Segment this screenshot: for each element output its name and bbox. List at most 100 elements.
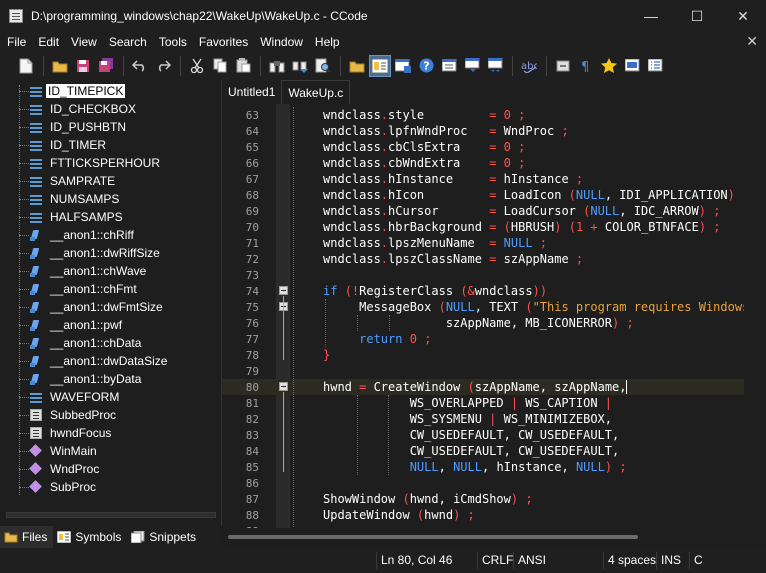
code-editor[interactable]: 63 wndclass.style = 0 ; 64 wndclass.lpfnWnd… [222, 104, 744, 528]
code-line[interactable]: 73 [222, 267, 744, 283]
view-2-button[interactable] [461, 55, 483, 77]
symbol-item[interactable]: HALFSAMPS [0, 208, 222, 226]
tree-branch-line [19, 397, 29, 398]
help-button[interactable]: ? [415, 55, 437, 77]
close-document-icon[interactable]: ✕ [746, 33, 758, 50]
code-line[interactable]: 69 wndclass.hCursor = LoadCursor (NULL, I… [222, 203, 744, 219]
menu-search[interactable]: Search [103, 35, 153, 49]
favorite-button[interactable] [598, 55, 620, 77]
symbol-item[interactable]: WAVEFORM [0, 388, 222, 406]
symbol-item[interactable]: __anon1::dwFmtSize [0, 298, 222, 316]
find-in-files-button[interactable] [312, 55, 334, 77]
code-line[interactable]: 64 wndclass.lpfnWndProc = WndProc ; [222, 123, 744, 139]
code-line[interactable]: 77 return 0 ; [222, 331, 744, 347]
editor-vertical-scrollbar[interactable] [744, 104, 766, 528]
symbol-item[interactable]: ID_CHECKBOX [0, 100, 222, 118]
code-line[interactable]: 82 WS_SYSMENU | WS_MINIMIZEBOX, [222, 411, 744, 427]
symbol-item[interactable]: __anon1::dwDataSize [0, 352, 222, 370]
view-1-button[interactable] [438, 55, 460, 77]
code-line[interactable]: 66 wndclass.cbWndExtra = 0 ; [222, 155, 744, 171]
redo-button[interactable] [152, 55, 174, 77]
maximize-button[interactable]: ☐ [674, 0, 720, 32]
toggle-1-button[interactable] [552, 55, 574, 77]
editor-horizontal-scrollbar[interactable] [222, 528, 766, 548]
code-line[interactable]: 67 wndclass.hInstance = hInstance ; [222, 171, 744, 187]
code-line[interactable]: 85 NULL, NULL, hInstance, NULL) ; [222, 459, 744, 475]
view-5-button[interactable] [644, 55, 666, 77]
minimize-button[interactable]: — [628, 0, 674, 32]
open-file-button[interactable] [49, 55, 71, 77]
code-line[interactable]: 83 CW_USEDEFAULT, CW_USEDEFAULT, [222, 427, 744, 443]
symbol-item[interactable]: SubProc [0, 478, 222, 496]
symbol-item[interactable]: WinMain [0, 442, 222, 460]
tab-symbols[interactable]: Symbols [53, 526, 127, 548]
symbol-item[interactable]: hwndFocus [0, 424, 222, 442]
view-4-button[interactable] [621, 55, 643, 77]
code-line[interactable]: 79 [222, 363, 744, 379]
symbol-item[interactable]: SAMPRATE [0, 172, 222, 190]
tab-snippets[interactable]: Snippets [127, 526, 202, 548]
symbol-item[interactable]: __anon1::chFmt [0, 280, 222, 298]
undo-button[interactable] [129, 55, 151, 77]
menu-edit[interactable]: Edit [32, 35, 65, 49]
symbol-item[interactable]: __anon1::chData [0, 334, 222, 352]
symbol-item[interactable]: ID_TIMER [0, 136, 222, 154]
paste-button[interactable] [232, 55, 254, 77]
view-3-button[interactable] [484, 55, 506, 77]
code-line[interactable]: 78} [222, 347, 744, 363]
tab-files[interactable]: Files [0, 526, 54, 548]
menu-view[interactable]: View [65, 35, 103, 49]
code-line[interactable]: 70 wndclass.hbrBackground = (HBRUSH) (1 +… [222, 219, 744, 235]
symbol-item[interactable]: __anon1::pwf [0, 316, 222, 334]
code-line[interactable]: 86 [222, 475, 744, 491]
code-line[interactable]: 76 szAppName, MB_ICONERROR) ; [222, 315, 744, 331]
menu-favorites[interactable]: Favorites [193, 35, 254, 49]
save-button[interactable] [72, 55, 94, 77]
pilcrow-button[interactable]: ¶ [575, 55, 597, 77]
code-line[interactable]: 87 ShowWindow (hwnd, iCmdShow) ; [222, 491, 744, 507]
menu-file[interactable]: File [0, 35, 32, 49]
fold-toggle-icon[interactable] [279, 286, 288, 295]
scrollbar-thumb[interactable] [228, 535, 638, 539]
symbols-panel-button[interactable] [369, 54, 391, 77]
new-file-button[interactable] [15, 55, 37, 77]
close-button[interactable]: ✕ [720, 0, 766, 32]
open-folder-button[interactable] [346, 55, 368, 77]
spell-check-button[interactable]: abc [518, 55, 540, 77]
fold-toggle-icon[interactable] [279, 382, 288, 391]
find-next-button[interactable] [289, 55, 311, 77]
code-line[interactable]: 71 wndclass.lpszMenuName = NULL ; [222, 235, 744, 251]
symbol-item[interactable]: NUMSAMPS [0, 190, 222, 208]
code-line[interactable]: 84 CW_USEDEFAULT, CW_USEDEFAULT, [222, 443, 744, 459]
code-line[interactable]: 74 if (!RegisterClass (&wndclass)) [222, 283, 744, 299]
menu-help[interactable]: Help [309, 35, 346, 49]
save-all-button[interactable] [95, 55, 117, 77]
symbol-item[interactable]: ID_TIMEPICK [0, 82, 222, 100]
code-line[interactable]: 68 wndclass.hIcon = LoadIcon (NULL, IDI_A… [222, 187, 744, 203]
symbol-item[interactable]: ID_PUSHBTN [0, 118, 222, 136]
find-button[interactable] [266, 55, 288, 77]
code-line[interactable]: 72 wndclass.lpszClassName = szAppName ; [222, 251, 744, 267]
code-line[interactable]: 75 MessageBox (NULL, TEXT ("This program… [222, 299, 744, 315]
code-line[interactable]: 65 wndclass.cbClsExtra = 0 ; [222, 139, 744, 155]
symbol-item[interactable]: __anon1::chWave [0, 262, 222, 280]
cut-button[interactable] [186, 55, 208, 77]
code-line[interactable]: 63 wndclass.style = 0 ; [222, 107, 744, 123]
code-line[interactable]: 88 UpdateWindow (hwnd) ; [222, 507, 744, 523]
symbols-scrollbar[interactable] [6, 512, 216, 518]
symbol-item[interactable]: __anon1::chRiff [0, 226, 222, 244]
tab-wakeup-c[interactable]: WakeUp.c [281, 80, 351, 104]
symbol-item[interactable]: FTTICKSPERHOUR [0, 154, 222, 172]
symbol-item[interactable]: __anon1::byData [0, 370, 222, 388]
code-line[interactable]: 80 hwnd = CreateWindow (szAppName, szAppN… [222, 379, 744, 395]
output-panel-button[interactable] [392, 55, 414, 77]
symbol-item[interactable]: WndProc [0, 460, 222, 478]
tab-untitled1[interactable]: Untitled1 [222, 80, 281, 104]
symbol-item[interactable]: SubbedProc [0, 406, 222, 424]
symbol-item[interactable]: __anon1::dwRiffSize [0, 244, 222, 262]
menu-window[interactable]: Window [254, 35, 309, 49]
code-line[interactable]: 81 WS_OVERLAPPED | WS_CAPTION | [222, 395, 744, 411]
menu-tools[interactable]: Tools [153, 35, 193, 49]
svg-text:?: ? [423, 60, 429, 73]
copy-button[interactable] [209, 55, 231, 77]
